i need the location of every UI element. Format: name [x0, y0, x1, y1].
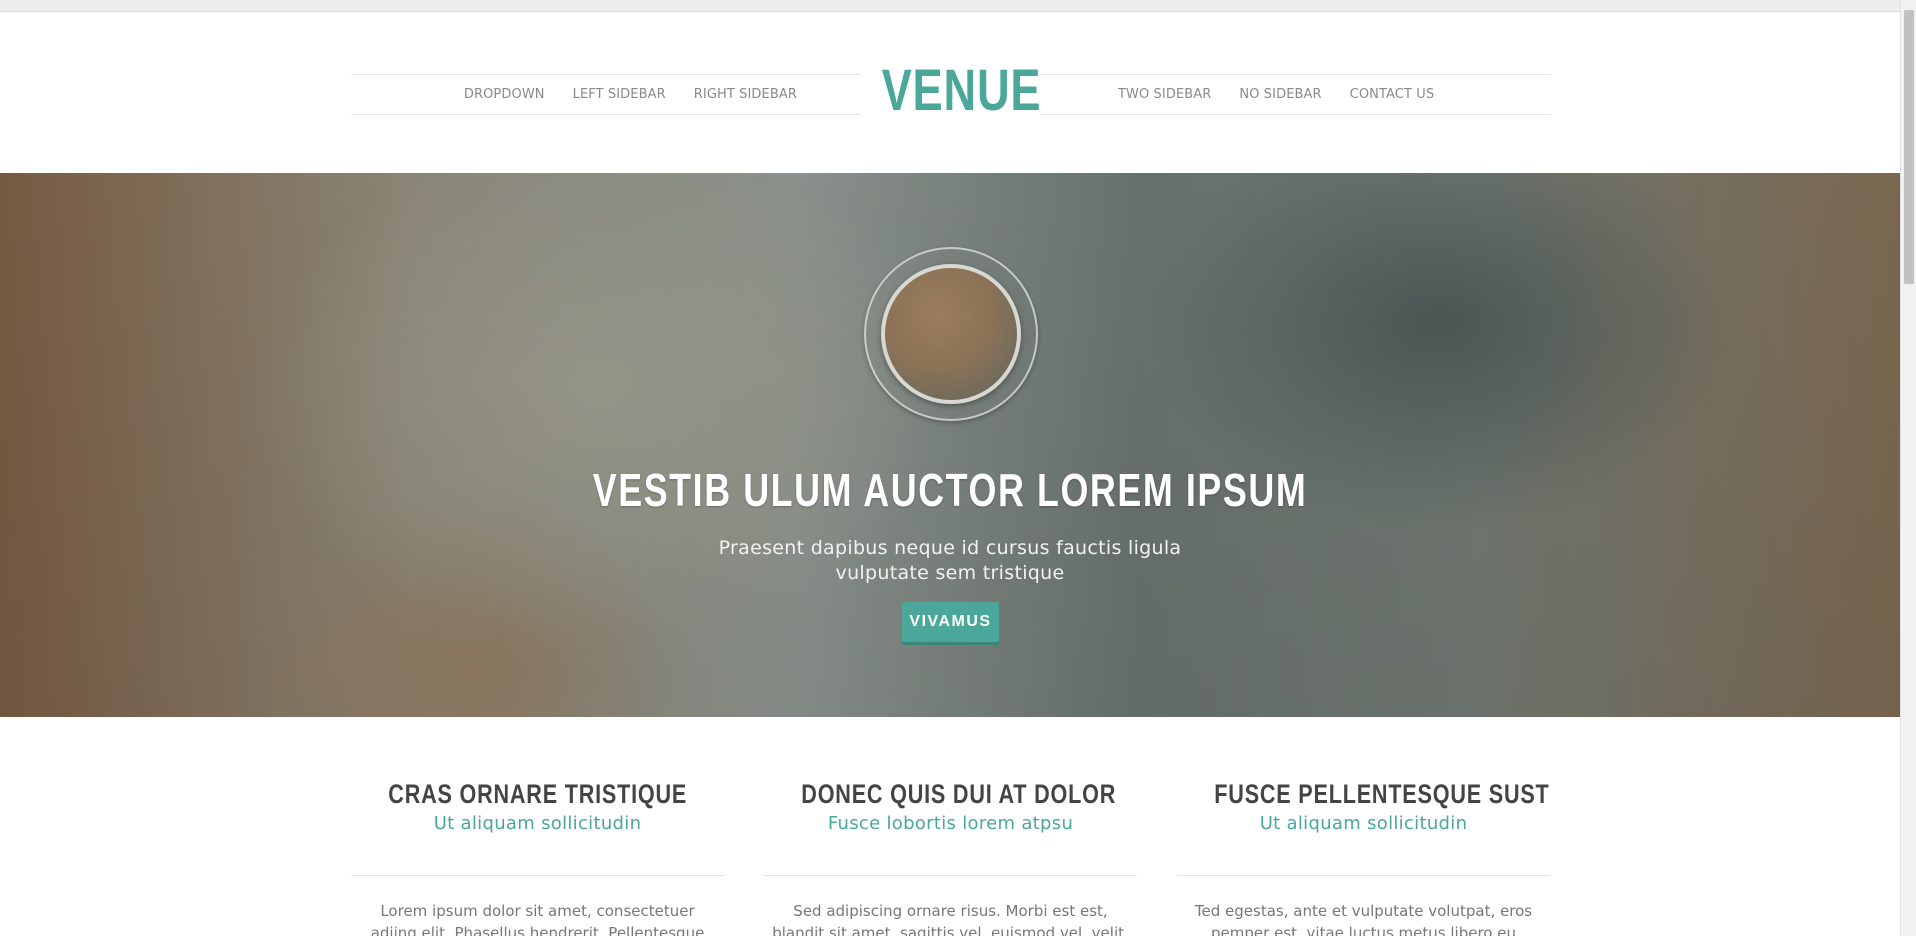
site-header: DROPDOWN LEFT SIDEBAR RIGHT SIDEBAR VENU… [0, 12, 1900, 173]
feature-subtitle: Ut aliquam sollicitudin [433, 813, 642, 834]
feature-divider [764, 875, 1137, 876]
vertical-scrollbar[interactable] [1900, 0, 1916, 936]
feature-text: Ted egestas, ante et vulputate volutpat,… [1194, 902, 1533, 936]
feature-subtitle: Ut aliquam sollicitudin [1259, 813, 1468, 834]
feature-text: Lorem ipsum dolor sit amet, consectetuer… [370, 902, 705, 936]
feature-column-1: CRAS ORNARE TRISTIQUE Ut aliquam sollici… [351, 777, 724, 936]
nav-item-no-sidebar[interactable]: NO SIDEBAR [1239, 87, 1321, 102]
hero-circle-image [881, 264, 1021, 404]
nav-right: TWO SIDEBAR NO SIDEBAR CONTACT US [1040, 74, 1551, 115]
feature-title: CRAS ORNARE TRISTIQUE [388, 779, 688, 809]
nav-item-contact-us[interactable]: CONTACT US [1350, 87, 1435, 102]
feature-column-3: FUSCE PELLENTESQUE SUST Ut aliquam solli… [1177, 777, 1550, 936]
page: DROPDOWN LEFT SIDEBAR RIGHT SIDEBAR VENU… [0, 0, 1916, 936]
hero-subtitle: Praesent dapibus neque id cursus fauctis… [718, 537, 1182, 584]
feature-divider [1177, 875, 1550, 876]
hero-banner: VESTIB ULUM AUCTOR LOREM IPSUM Praesent … [0, 173, 1900, 717]
feature-column-2: DONEC QUIS DUI AT DOLOR Fusce lobortis l… [764, 777, 1137, 936]
hero-button-vivamus[interactable]: VIVAMUS [902, 602, 999, 642]
feature-title: FUSCE PELLENTESQUE SUST [1214, 779, 1550, 809]
nav-item-right-sidebar[interactable]: RIGHT SIDEBAR [694, 87, 797, 102]
feature-title: DONEC QUIS DUI AT DOLOR [801, 779, 1117, 809]
nav-item-dropdown[interactable]: DROPDOWN [464, 87, 545, 102]
site-logo[interactable]: VENUE [882, 62, 1041, 120]
nav-item-left-sidebar[interactable]: LEFT SIDEBAR [573, 87, 666, 102]
feature-text: Sed adipiscing ornare risus. Morbi est e… [772, 902, 1129, 936]
nav-item-two-sidebar[interactable]: TWO SIDEBAR [1118, 87, 1211, 102]
nav-left: DROPDOWN LEFT SIDEBAR RIGHT SIDEBAR [351, 74, 861, 115]
hero-title: VESTIB ULUM AUCTOR LOREM IPSUM [592, 464, 1308, 516]
scrollbar-thumb[interactable] [1904, 10, 1914, 284]
top-strip [0, 0, 1916, 12]
feature-divider [351, 875, 724, 876]
feature-subtitle: Fusce lobortis lorem atpsu [827, 813, 1074, 834]
